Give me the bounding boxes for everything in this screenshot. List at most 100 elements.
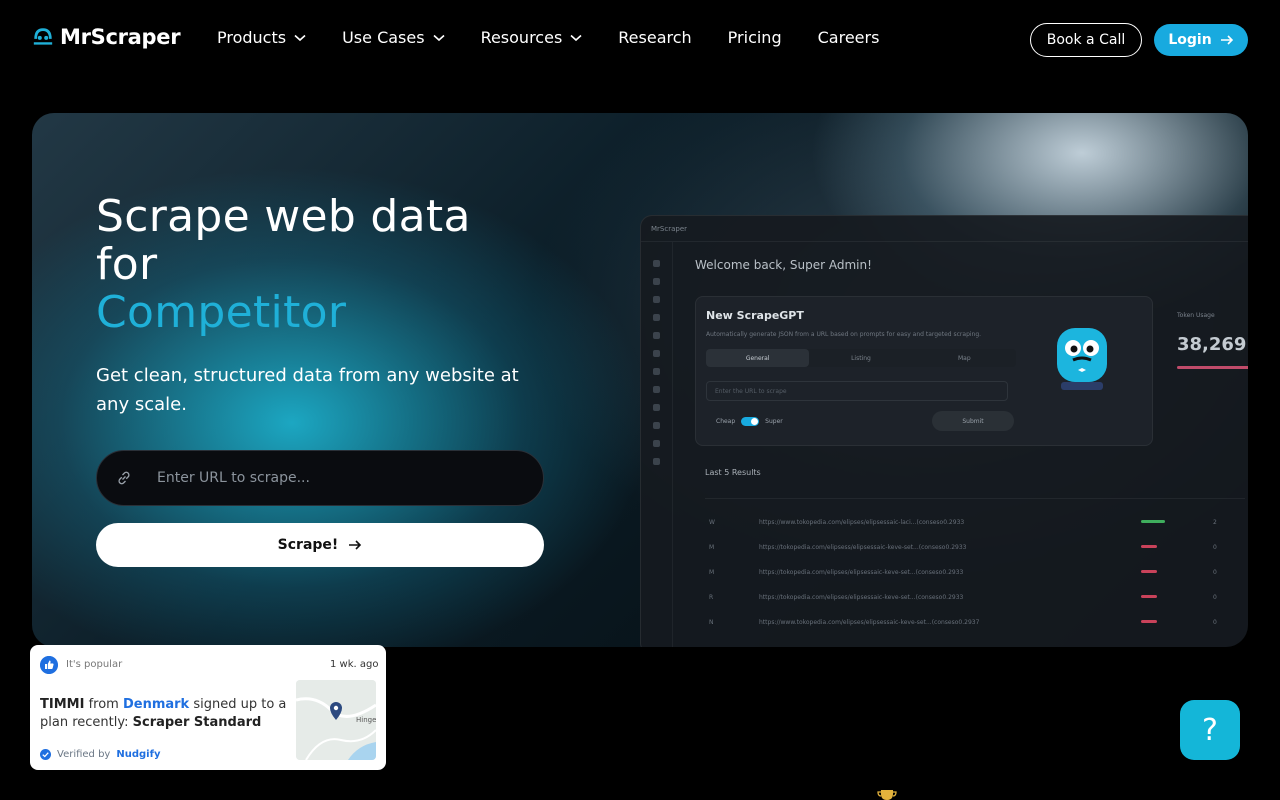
nav-resources-label: Resources	[480, 28, 563, 47]
tab-map: Map	[957, 354, 971, 362]
result-url: https://tokopedia.com/elipsess/elipsessa…	[759, 544, 967, 551]
table-row: M https://tokopedia.com/elipses/elipsess…	[705, 560, 1245, 584]
popup-from: from	[88, 697, 119, 712]
popup-plan: Scraper Standard	[132, 715, 262, 730]
dashboard-preview: MrScraper Welcome back, Super Admin! New…	[640, 215, 1248, 647]
map-place-label: Hinge	[356, 716, 376, 724]
verified-prefix: Verified by	[57, 749, 111, 760]
dashboard-sidebar	[641, 242, 673, 647]
url-field[interactable]	[96, 450, 544, 506]
status-badge	[1141, 620, 1157, 623]
result-url: https://www.tokopedia.com/elipses/elipse…	[759, 619, 980, 626]
nav-pricing[interactable]: Pricing	[728, 28, 782, 47]
token-usage-bar	[1177, 366, 1248, 369]
result-id: N	[709, 619, 714, 626]
result-count: 0	[1213, 619, 1217, 626]
verified-by: Verified by Nudgify	[40, 749, 160, 760]
toggle-right-label: Super	[765, 418, 783, 425]
verified-brand: Nudgify	[116, 749, 161, 760]
arrow-right-icon	[1220, 35, 1233, 45]
chevron-down-icon	[294, 34, 306, 41]
chevron-down-icon	[433, 34, 445, 41]
status-badge	[1141, 545, 1157, 548]
popup-name: TIMMI	[40, 697, 85, 712]
token-usage-value: 38,269	[1177, 334, 1247, 355]
top-nav: MrScraper Products Use Cases Resources R…	[0, 0, 1280, 80]
dashboard-app-name: MrScraper	[641, 216, 1248, 242]
popup-country: Denmark	[122, 697, 190, 712]
hero-title: Scrape web data for Competitor	[96, 193, 471, 337]
result-count: 0	[1213, 594, 1217, 601]
scrapegpt-tabs: General Listing Map	[706, 349, 1016, 367]
table-row: M https://tokopedia.com/elipsess/elipses…	[705, 535, 1245, 559]
nav-research[interactable]: Research	[618, 28, 691, 47]
nav-careers-label: Careers	[817, 28, 880, 47]
sidebar-icon	[653, 278, 660, 285]
hero-title-accent: Competitor	[96, 287, 347, 338]
nav-products-label: Products	[217, 28, 287, 47]
sidebar-icon	[653, 260, 660, 267]
result-id: M	[709, 569, 715, 576]
signup-notification[interactable]: It's popular 1 wk. ago TIMMI from Denmar…	[30, 645, 386, 770]
mode-toggle-row: Cheap Super	[716, 417, 783, 426]
sidebar-icon	[653, 440, 660, 447]
sidebar-icon	[653, 332, 660, 339]
logo-icon	[33, 28, 53, 45]
result-url: https://tokopedia.com/elipses/elipsessai…	[759, 594, 964, 601]
book-call-button[interactable]: Book a Call	[1030, 23, 1142, 57]
status-badge	[1141, 520, 1165, 523]
scrapegpt-desc: Automatically generate JSON from a URL b…	[706, 331, 982, 338]
result-count: 2	[1213, 519, 1217, 526]
scrape-button[interactable]: Scrape!	[96, 523, 544, 567]
thumbs-up-icon	[40, 656, 58, 674]
arrow-right-icon	[349, 540, 362, 550]
hero-subtitle: Get clean, structured data from any webs…	[96, 365, 519, 415]
sidebar-icon	[653, 314, 660, 321]
popup-message: TIMMI from Denmark signed up to a plan r…	[40, 696, 290, 732]
map-thumbnail: Hinge	[296, 680, 376, 760]
scrapegpt-submit: Submit	[932, 411, 1014, 431]
sidebar-icon	[653, 350, 660, 357]
nav-resources[interactable]: Resources	[481, 28, 583, 47]
result-id: M	[709, 544, 715, 551]
tab-listing: Listing	[851, 354, 871, 362]
logo-text: MrScraper	[60, 25, 181, 49]
popup-time: 1 wk. ago	[330, 659, 379, 670]
status-badge	[1141, 595, 1157, 598]
table-row: W https://www.tokopedia.com/elipses/elip…	[705, 510, 1245, 534]
login-button[interactable]: Login	[1154, 24, 1248, 56]
result-url: https://www.tokopedia.com/elipses/elipse…	[759, 519, 965, 526]
mode-toggle	[741, 417, 760, 426]
nav-products[interactable]: Products	[217, 28, 306, 47]
chevron-down-icon	[570, 34, 582, 41]
dashboard-welcome: Welcome back, Super Admin!	[695, 258, 872, 272]
nav-careers[interactable]: Careers	[818, 28, 880, 47]
nav-pricing-label: Pricing	[727, 28, 782, 47]
table-row: N https://www.tokopedia.com/elipses/elip…	[705, 610, 1245, 634]
popup-label: It's popular	[66, 659, 123, 670]
mascot-icon	[1057, 328, 1107, 390]
nav-use-cases[interactable]: Use Cases	[342, 28, 445, 47]
nav-research-label: Research	[618, 28, 692, 47]
hero-title-line2: for	[96, 239, 158, 290]
results-divider	[705, 498, 1245, 499]
status-badge	[1141, 570, 1157, 573]
tab-general: General	[706, 349, 810, 367]
hero-title-line1: Scrape web data	[96, 191, 471, 242]
hero-section: Scrape web data for Competitor Get clean…	[32, 113, 1248, 647]
nav-links: Products Use Cases Resources Research Pr…	[217, 28, 915, 47]
result-id: W	[709, 519, 715, 526]
help-button[interactable]: ?	[1180, 700, 1240, 760]
result-count: 0	[1213, 544, 1217, 551]
sidebar-icon	[653, 404, 660, 411]
scrape-button-label: Scrape!	[277, 537, 339, 553]
trophy-icon	[877, 790, 897, 800]
result-id: R	[709, 594, 714, 601]
scrapegpt-title: New ScrapeGPT	[706, 309, 804, 322]
results-title: Last 5 Results	[705, 468, 761, 477]
check-circle-icon	[40, 749, 51, 760]
token-usage-label: Token Usage	[1177, 312, 1215, 319]
logo[interactable]: MrScraper	[32, 25, 181, 49]
sidebar-icon	[653, 368, 660, 375]
url-input[interactable]	[157, 470, 497, 486]
